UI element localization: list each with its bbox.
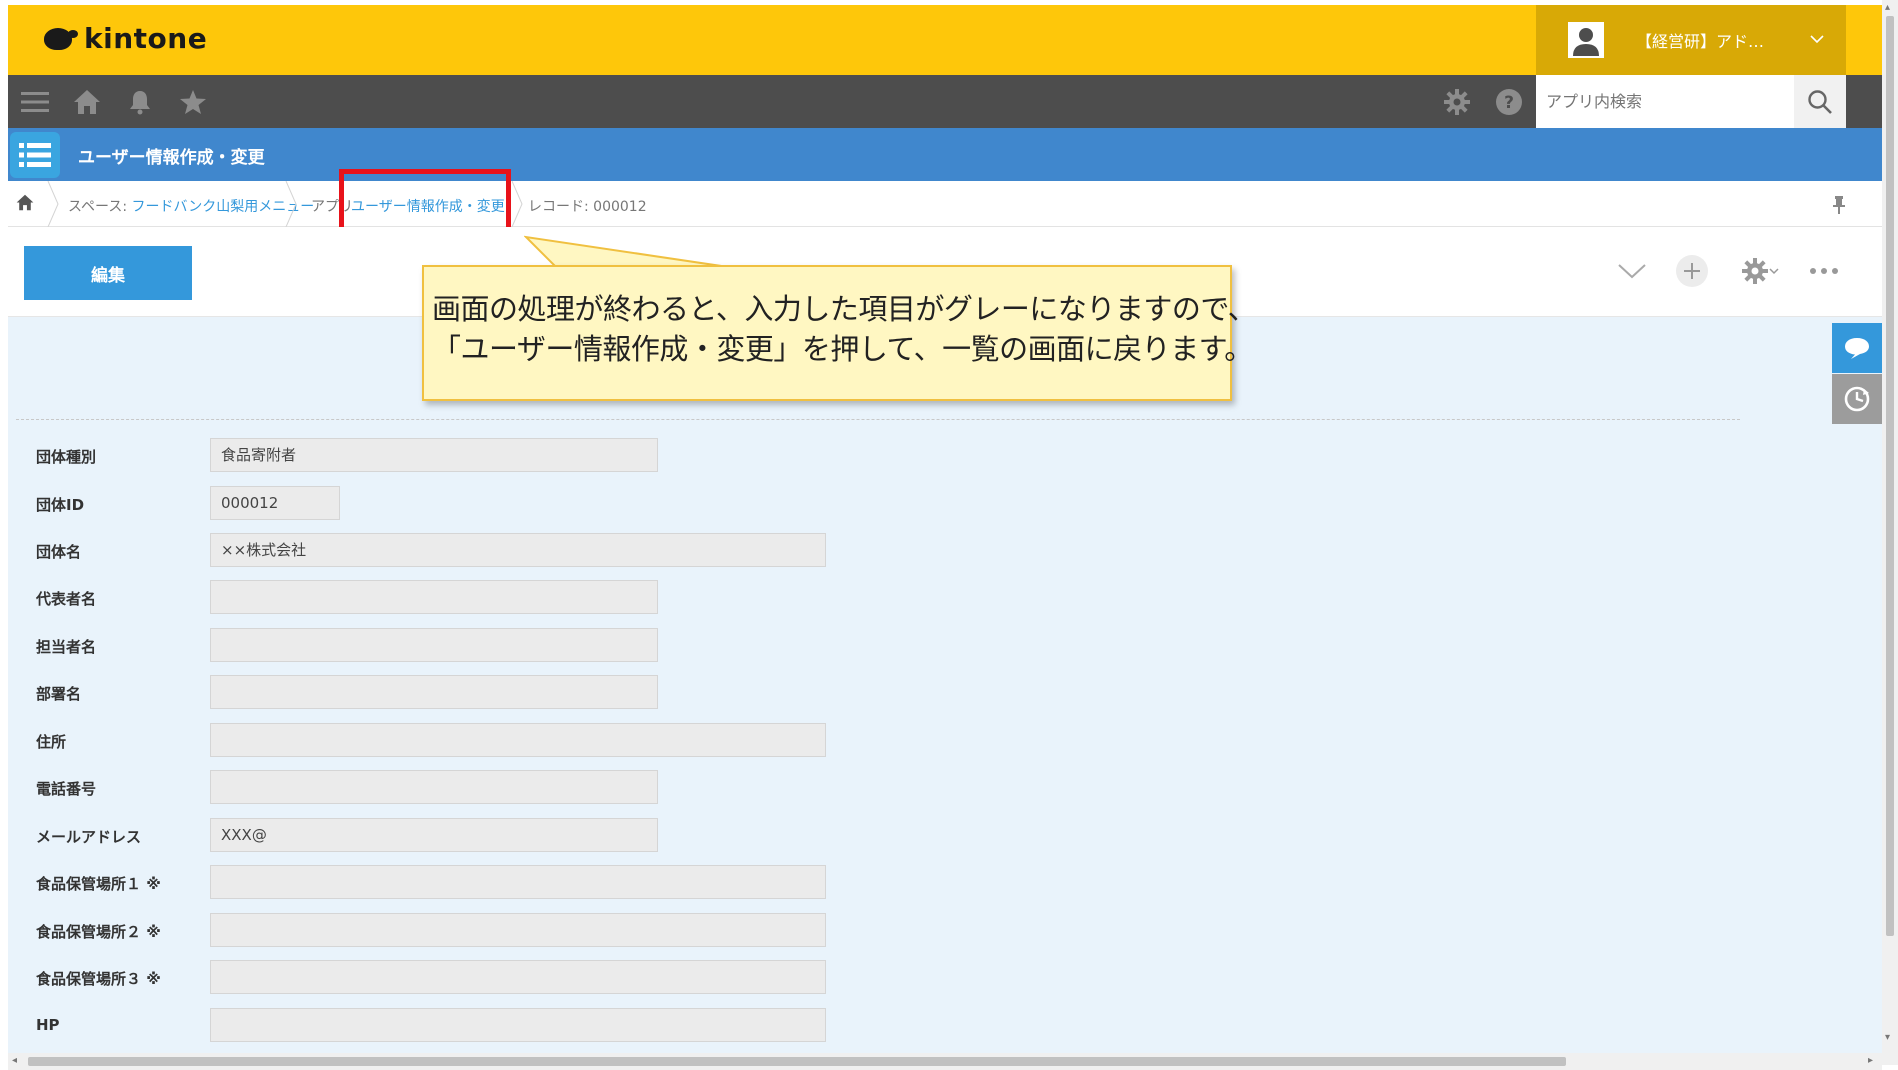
app-list-icon[interactable] (10, 132, 60, 178)
field-row: 食品保管場所３ ※ (16, 960, 916, 996)
field-row: 団体名 ××株式会社 (16, 533, 916, 569)
logo-text: kintone (84, 22, 208, 55)
app-title-bar: ユーザー情報作成・変更 (8, 128, 1882, 181)
comments-tab[interactable] (1832, 323, 1882, 373)
field-label: HP (36, 1016, 60, 1034)
field-label: 団体ID (36, 496, 85, 514)
field-label: 住所 (36, 733, 67, 751)
field-value: 食品寄附者 (210, 438, 658, 472)
gear-icon (1742, 258, 1768, 284)
field-row: 団体ID 000012 (16, 486, 916, 522)
star-icon[interactable] (178, 87, 208, 117)
top-header: kintone 【経営研】アド… (8, 5, 1882, 75)
field-row: 部署名 (16, 675, 916, 711)
gear-icon[interactable] (1442, 87, 1472, 117)
breadcrumb-separator (511, 181, 523, 227)
field-row: HP (16, 1008, 916, 1044)
field-row: 食品保管場所１ ※ (16, 865, 916, 901)
user-avatar-icon (1568, 22, 1604, 58)
scroll-left-icon[interactable]: ◂ (12, 1055, 17, 1066)
app-search-box (1536, 75, 1794, 128)
pin-icon[interactable] (1832, 195, 1846, 219)
field-label: 部署名 (36, 685, 82, 703)
field-row: 電話番号 (16, 770, 916, 806)
field-value (210, 770, 658, 804)
vertical-scrollbar[interactable]: ▴ ▾ (1882, 0, 1898, 1065)
field-value: XXX@ (210, 818, 658, 852)
settings-menu-button[interactable] (1734, 253, 1786, 289)
edit-button[interactable]: 編集 (24, 246, 192, 300)
field-value (210, 723, 826, 757)
field-row: 食品保管場所２ ※ (16, 913, 916, 949)
field-label: 担当者名 (36, 638, 97, 656)
field-value: 000012 (210, 486, 340, 520)
comment-icon (1845, 338, 1869, 359)
field-value (210, 628, 658, 662)
breadcrumb-separator (285, 181, 297, 227)
instruction-callout: 画面の処理が終わると、入力した項目がグレーになりますので、 「ユーザー情報作成・… (422, 265, 1257, 401)
field-value: ××株式会社 (210, 533, 826, 567)
search-icon (1808, 89, 1832, 114)
search-button[interactable] (1794, 75, 1846, 128)
scroll-up-icon[interactable]: ▴ (1885, 2, 1890, 13)
add-record-button[interactable] (1674, 253, 1710, 289)
chevron-down-icon (1769, 268, 1779, 275)
kintone-logo-mark (44, 27, 78, 50)
chevron-down-icon (1810, 32, 1824, 48)
field-row: 団体種別 食品寄附者 (16, 438, 916, 474)
menu-icon[interactable] (20, 87, 50, 117)
field-value (210, 580, 658, 614)
scroll-down-icon[interactable]: ▾ (1885, 1032, 1890, 1043)
field-label: 食品保管場所１ ※ (36, 875, 161, 893)
field-label: 電話番号 (36, 780, 97, 798)
breadcrumb-home-icon[interactable] (16, 194, 34, 215)
field-label: 団体名 (36, 543, 82, 561)
field-row: 住所 (16, 723, 916, 759)
field-value (210, 865, 826, 899)
global-nav-bar: ? (8, 75, 1882, 128)
field-label: 代表者名 (36, 590, 97, 608)
breadcrumb-separator (47, 181, 59, 227)
plus-icon (1676, 255, 1708, 287)
breadcrumb-space[interactable]: スペース: フードバンク山梨用メニュー (68, 196, 314, 216)
help-icon[interactable]: ? (1494, 87, 1524, 117)
svg-text:?: ? (1504, 93, 1514, 113)
user-menu[interactable]: 【経営研】アド… (1536, 5, 1846, 75)
more-options-icon[interactable] (1806, 253, 1842, 289)
home-icon[interactable] (72, 87, 102, 117)
breadcrumb-record: レコード: 000012 (528, 199, 647, 215)
kintone-logo[interactable]: kintone (44, 22, 207, 55)
field-value (210, 960, 826, 994)
bell-icon[interactable] (125, 87, 155, 117)
field-label: 食品保管場所２ ※ (36, 923, 161, 941)
callout-line-2: 「ユーザー情報作成・変更」を押して、一覧の画面に戻ります。 (432, 332, 1253, 366)
field-value (210, 1008, 826, 1042)
field-row: メールアドレス XXX@ (16, 818, 916, 854)
breadcrumb-space-prefix: スペース: (68, 199, 132, 215)
field-value (210, 913, 826, 947)
user-name: 【経営研】アド… (1636, 32, 1765, 51)
callout-line-1: 画面の処理が終わると、入力した項目がグレーになりますので、 (432, 292, 1257, 326)
field-label: 団体種別 (36, 448, 97, 466)
horizontal-scrollbar[interactable]: ◂ ▸ (8, 1053, 1882, 1070)
field-value (210, 675, 658, 709)
chevron-down-icon[interactable] (1614, 253, 1650, 289)
history-icon (1844, 386, 1870, 412)
scroll-right-icon[interactable]: ▸ (1868, 1055, 1873, 1066)
field-row: 代表者名 (16, 580, 916, 616)
app-title: ユーザー情報作成・変更 (78, 148, 265, 168)
vertical-scroll-thumb[interactable] (1886, 16, 1894, 936)
breadcrumb: スペース: フードバンク山梨用メニュー アプリ ユーザー情報作成・変更 レコード… (8, 181, 1882, 227)
kintone-app: kintone 【経営研】アド… ? アプリ内検索 ユーザー情報作成・変更 スペ… (8, 5, 1882, 1070)
section-divider (16, 419, 1740, 420)
history-tab[interactable] (1832, 374, 1882, 424)
field-row: 担当者名 (16, 628, 916, 664)
app-search-input[interactable] (1536, 92, 1776, 111)
field-label: 食品保管場所３ ※ (36, 970, 161, 988)
field-label: メールアドレス (36, 828, 142, 846)
